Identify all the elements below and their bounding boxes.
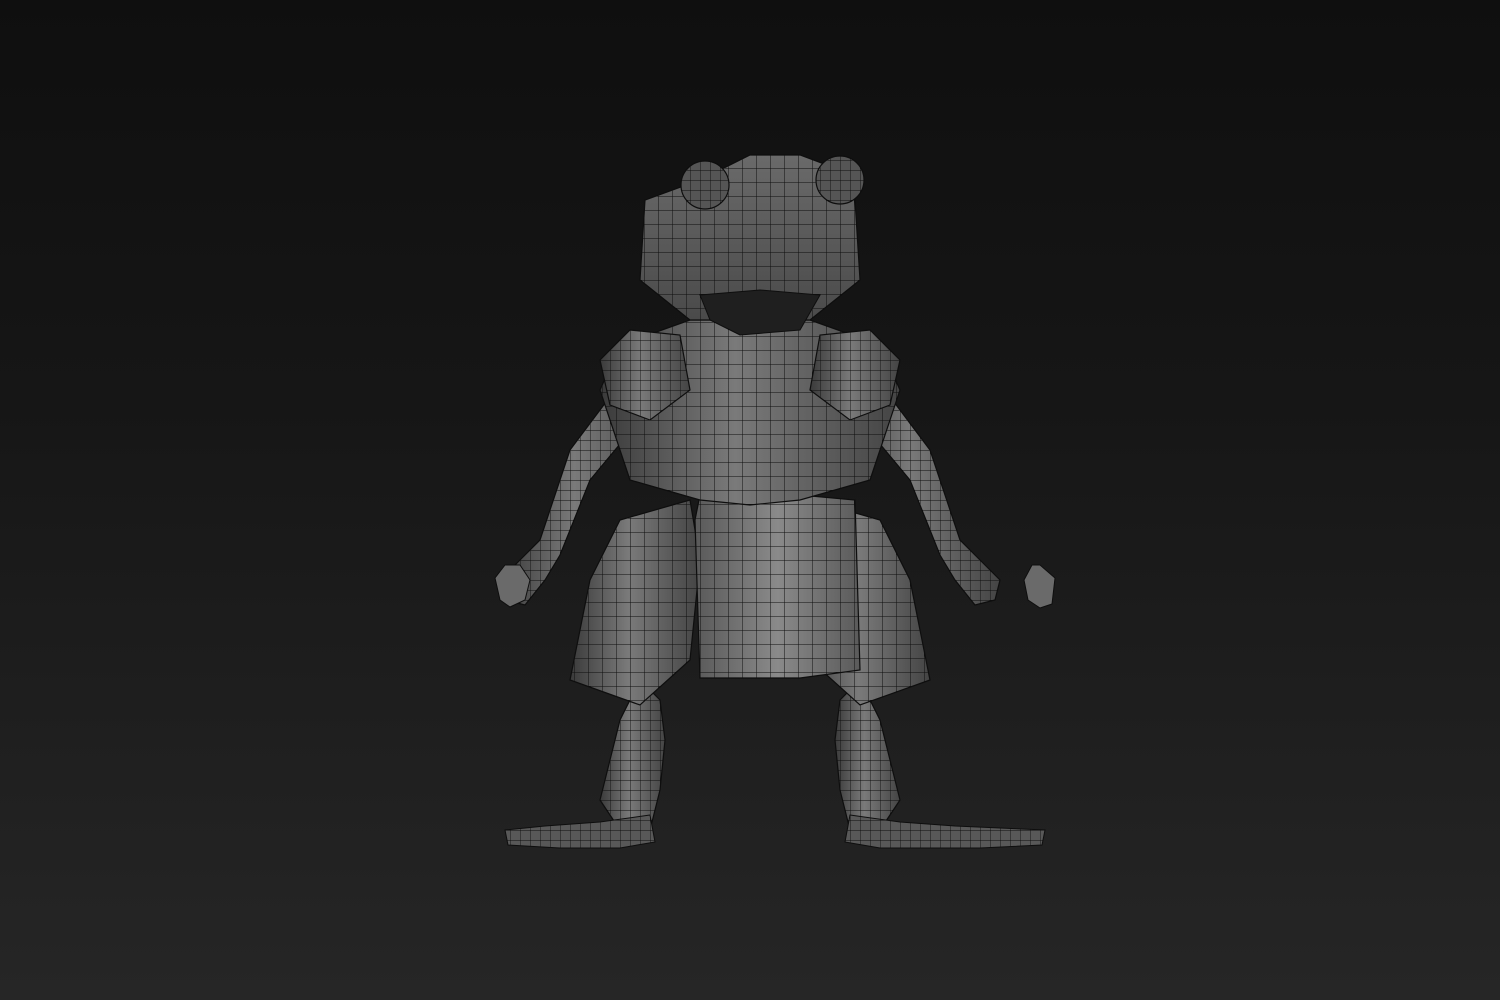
right-foot <box>844 814 1046 849</box>
head <box>639 154 865 336</box>
belly <box>694 494 861 679</box>
right-hand <box>1023 564 1056 609</box>
left-hip-armor <box>569 499 701 706</box>
frog-model <box>494 154 1056 849</box>
3d-viewport[interactable] <box>0 0 1500 1000</box>
left-foot <box>504 814 656 849</box>
